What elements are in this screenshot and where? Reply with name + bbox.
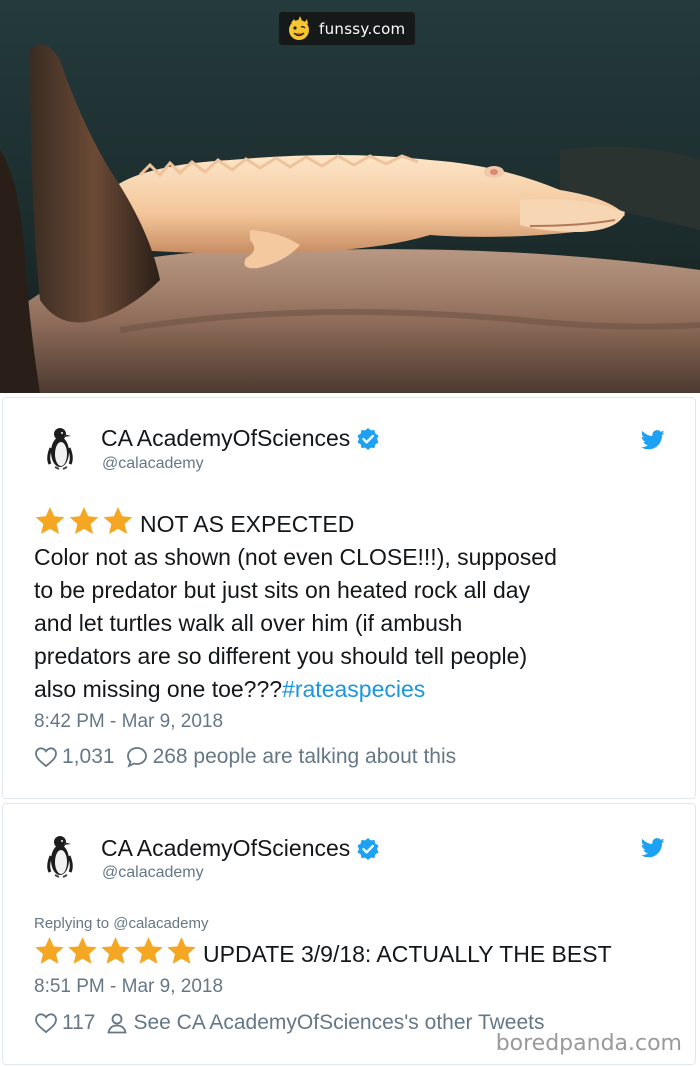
- star-icon: [134, 937, 163, 964]
- body-line: Color not as shown (not even CLOSE!!!), …: [34, 544, 557, 570]
- star-icon: [167, 937, 196, 964]
- star-icon: [35, 507, 65, 535]
- body-line: to be predator but just sits on heated r…: [34, 577, 531, 603]
- tweet-card[interactable]: CA AcademyOfSciences @calacademy NOT AS …: [2, 397, 696, 799]
- verified-badge-icon: [357, 837, 379, 860]
- conversation-link[interactable]: 268 people are talking about this: [153, 745, 457, 769]
- replying-to[interactable]: Replying to @calacademy: [34, 915, 208, 932]
- display-name[interactable]: CA AcademyOfSciences: [101, 425, 380, 452]
- star-icon: [101, 937, 130, 964]
- penguin-avatar-icon[interactable]: [35, 422, 85, 472]
- review-headline: UPDATE 3/9/18: ACTUALLY THE BEST: [203, 941, 612, 967]
- watermark: boredpanda.com: [493, 1031, 684, 1056]
- tweet-timestamp[interactable]: 8:51 PM - Mar 9, 2018: [34, 976, 223, 998]
- tweet-text: UPDATE 3/9/18: ACTUALLY THE BEST: [34, 936, 674, 972]
- display-name[interactable]: CA AcademyOfSciences: [101, 835, 380, 862]
- display-name-text[interactable]: CA AcademyOfSciences: [101, 425, 350, 452]
- reply-bubble-icon[interactable]: [125, 745, 149, 769]
- display-name-text[interactable]: CA AcademyOfSciences: [101, 835, 350, 862]
- tweet-text: NOT AS EXPECTED Color not as shown (not …: [34, 506, 674, 706]
- like-count[interactable]: 1,031: [62, 745, 115, 769]
- review-headline: NOT AS EXPECTED: [140, 511, 355, 537]
- rating-stars: [34, 936, 197, 966]
- verified-badge-icon: [357, 427, 379, 450]
- body-line: also missing one toe???: [34, 676, 283, 702]
- star-icon: [35, 937, 64, 964]
- star-icon: [68, 937, 97, 964]
- twitter-bird-icon[interactable]: [641, 430, 665, 450]
- hashtag-link[interactable]: #rateaspecies: [282, 676, 425, 702]
- tweet-timestamp[interactable]: 8:42 PM - Mar 9, 2018: [34, 711, 223, 733]
- profile-link[interactable]: See CA AcademyOfSciences's other Tweets: [133, 1011, 544, 1035]
- smiling-sun-mascot-icon: [289, 15, 309, 40]
- site-badge: funssy.com: [279, 12, 416, 45]
- heart-icon[interactable]: [34, 1011, 58, 1035]
- body-line: and let turtles walk all over him (if am…: [34, 610, 463, 636]
- twitter-bird-icon[interactable]: [641, 838, 665, 858]
- star-icon: [103, 507, 133, 535]
- rating-stars: [34, 506, 134, 536]
- tweet-actions: 117 See CA AcademyOfSciences's other Twe…: [34, 1011, 544, 1035]
- penguin-avatar-icon[interactable]: [35, 830, 85, 880]
- like-count[interactable]: 117: [62, 1011, 95, 1035]
- heart-icon[interactable]: [34, 745, 58, 769]
- handle[interactable]: @calacademy: [102, 864, 204, 882]
- tweet-actions: 1,031 268 people are talking about this: [34, 745, 456, 769]
- person-icon[interactable]: [105, 1011, 129, 1035]
- tweet-card[interactable]: CA AcademyOfSciences @calacademy Replyin…: [2, 803, 696, 1065]
- star-icon: [69, 507, 99, 535]
- alligator-illustration: [0, 0, 700, 393]
- handle[interactable]: @calacademy: [102, 455, 204, 473]
- site-name: funssy.com: [319, 19, 406, 38]
- alligator-photo: funssy.com: [0, 0, 700, 393]
- body-line: predators are so different you should te…: [34, 643, 528, 669]
